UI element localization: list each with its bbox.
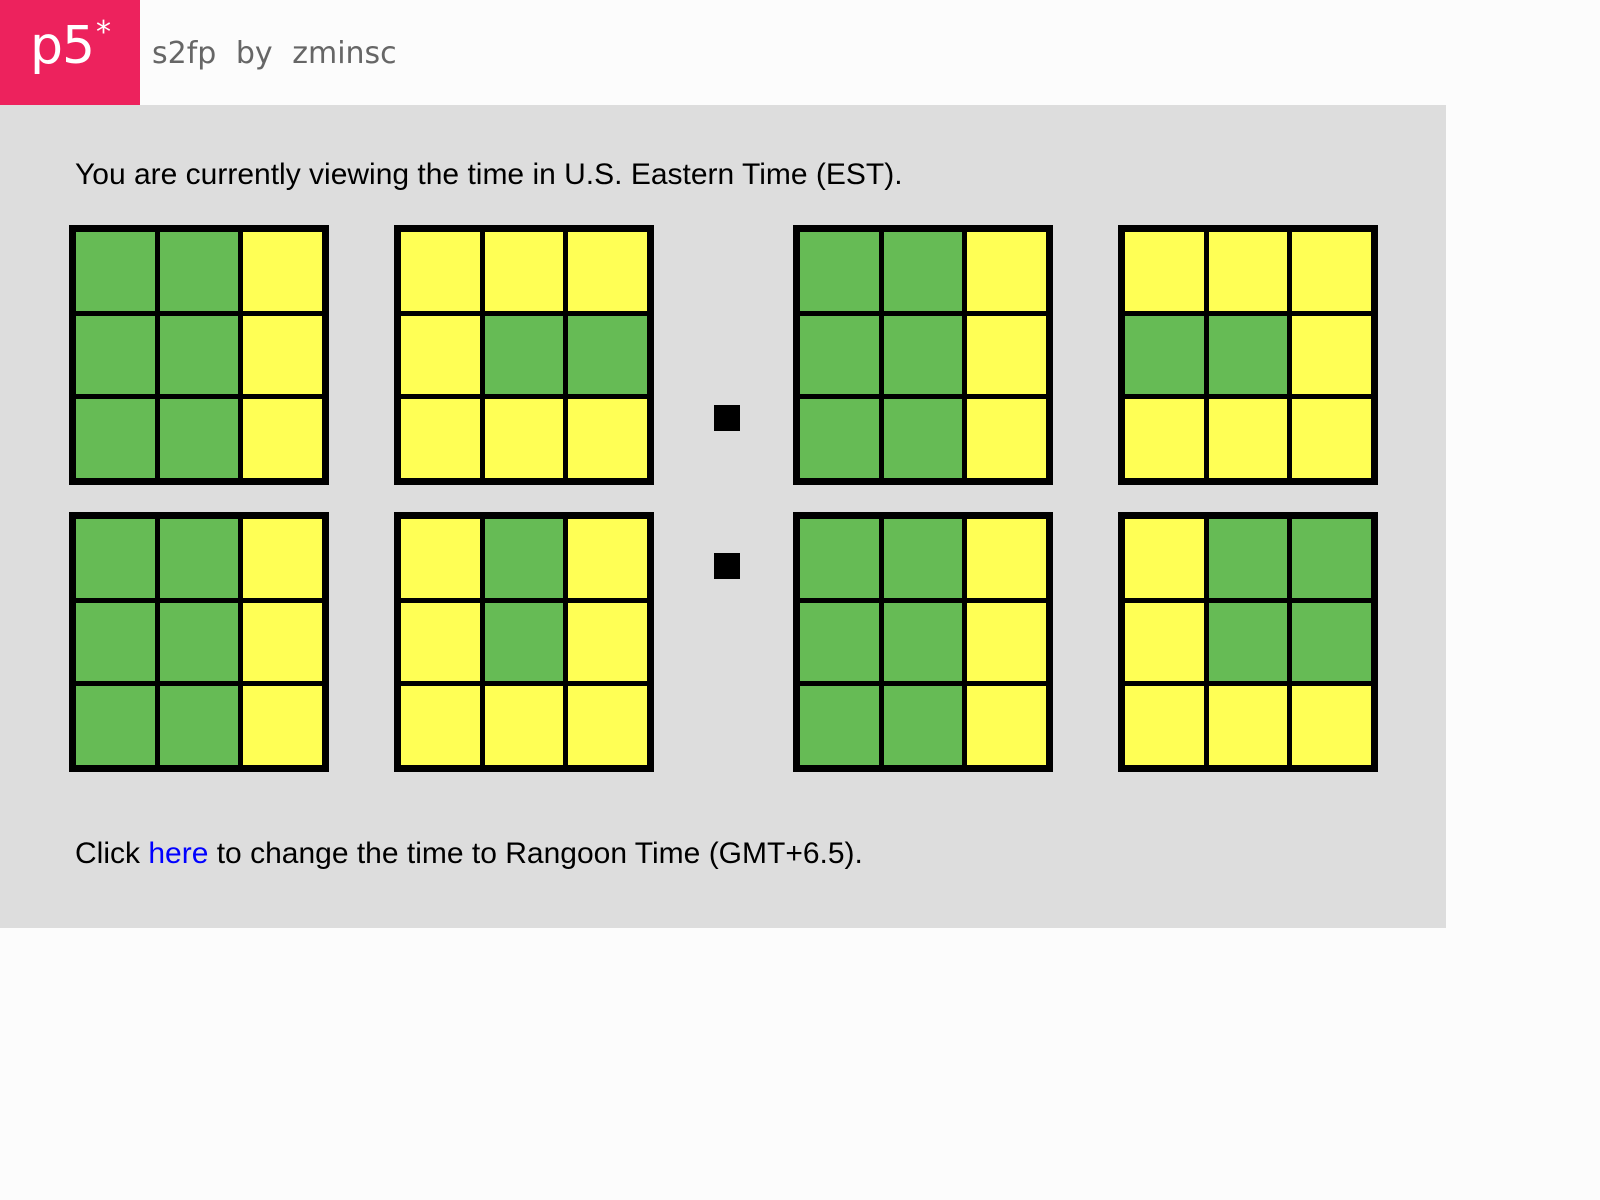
cell-on — [76, 232, 155, 311]
cell-on — [883, 686, 963, 765]
cell-on — [883, 399, 963, 478]
author-name[interactable]: zminsc — [292, 36, 396, 71]
cell-on — [883, 519, 963, 598]
cell-on — [159, 602, 239, 682]
cell-on — [1208, 315, 1288, 395]
cell-off — [243, 602, 322, 682]
cell-off — [1208, 399, 1288, 478]
cell-off — [243, 232, 322, 311]
cell-off — [243, 399, 322, 478]
cell-off — [1125, 686, 1204, 765]
cell-off — [243, 519, 322, 598]
cell-on — [800, 602, 879, 682]
cell-on — [159, 399, 239, 478]
cell-on — [883, 315, 963, 395]
cell-off — [401, 519, 480, 598]
sketch-name[interactable]: s2fp — [152, 36, 216, 71]
cell-off — [484, 686, 564, 765]
minute-ones-grid — [1118, 225, 1378, 485]
cell-off — [568, 232, 647, 311]
cell-on — [568, 315, 647, 395]
cell-off — [1292, 399, 1371, 478]
cell-on — [883, 602, 963, 682]
sketch-canvas[interactable]: You are currently viewing the time in U.… — [0, 105, 1446, 928]
cell-off — [967, 602, 1046, 682]
cell-off — [401, 686, 480, 765]
cell-off — [1125, 232, 1204, 311]
cell-off — [484, 232, 564, 311]
cell-off — [568, 399, 647, 478]
cell-off — [1208, 686, 1288, 765]
cell-off — [1125, 519, 1204, 598]
click-prefix: Click — [75, 837, 149, 870]
cell-off — [243, 686, 322, 765]
cell-off — [484, 399, 564, 478]
cell-off — [967, 519, 1046, 598]
cell-off — [401, 602, 480, 682]
cell-off — [1208, 232, 1288, 311]
cell-on — [800, 315, 879, 395]
logo-text: p5 — [30, 16, 95, 76]
p5-logo[interactable]: p5 * — [0, 0, 140, 105]
cell-off — [1125, 602, 1204, 682]
lower-grid-3 — [793, 512, 1053, 772]
cell-on — [1292, 519, 1371, 598]
cell-on — [159, 686, 239, 765]
cell-on — [76, 602, 155, 682]
timezone-switch-text: Click here to change the time to Rangoon… — [75, 836, 863, 872]
cell-on — [800, 686, 879, 765]
timezone-status-text: You are currently viewing the time in U.… — [75, 158, 903, 191]
click-suffix: to change the time to Rangoon Time (GMT+… — [208, 837, 863, 870]
hour-tens-grid — [69, 225, 329, 485]
cell-on — [76, 686, 155, 765]
cell-on — [883, 232, 963, 311]
minute-tens-grid — [793, 225, 1053, 485]
cell-on — [76, 315, 155, 395]
lower-grid-1 — [69, 512, 329, 772]
cell-on — [159, 315, 239, 395]
cell-on — [76, 519, 155, 598]
cell-on — [1208, 519, 1288, 598]
cell-off — [401, 232, 480, 311]
cell-off — [1292, 232, 1371, 311]
change-timezone-link[interactable]: here — [148, 837, 208, 870]
cell-off — [243, 315, 322, 395]
cell-off — [967, 232, 1046, 311]
cell-on — [800, 519, 879, 598]
cell-off — [1125, 399, 1204, 478]
cell-off — [967, 315, 1046, 395]
colon-dot-upper — [714, 405, 740, 431]
cell-off — [401, 399, 480, 478]
colon-dot-lower — [714, 553, 740, 579]
logo-asterisk: * — [96, 15, 111, 50]
top-bar: p5 * s2fp by zminsc — [0, 0, 1600, 105]
cell-on — [484, 315, 564, 395]
cell-on — [484, 602, 564, 682]
cell-off — [401, 315, 480, 395]
cell-on — [800, 232, 879, 311]
hour-ones-grid — [394, 225, 654, 485]
cell-on — [484, 519, 564, 598]
cell-on — [1292, 602, 1371, 682]
cell-off — [967, 686, 1046, 765]
lower-grid-2 — [394, 512, 654, 772]
cell-on — [76, 399, 155, 478]
sketch-meta: s2fp by zminsc — [152, 34, 407, 74]
cell-off — [568, 519, 647, 598]
lower-grid-4 — [1118, 512, 1378, 772]
cell-off — [568, 602, 647, 682]
cell-on — [159, 232, 239, 311]
cell-on — [1208, 602, 1288, 682]
cell-on — [159, 519, 239, 598]
cell-on — [800, 399, 879, 478]
cell-off — [967, 399, 1046, 478]
by-label: by — [235, 36, 273, 71]
cell-off — [1292, 686, 1371, 765]
cell-off — [1292, 315, 1371, 395]
cell-on — [1125, 315, 1204, 395]
cell-off — [568, 686, 647, 765]
